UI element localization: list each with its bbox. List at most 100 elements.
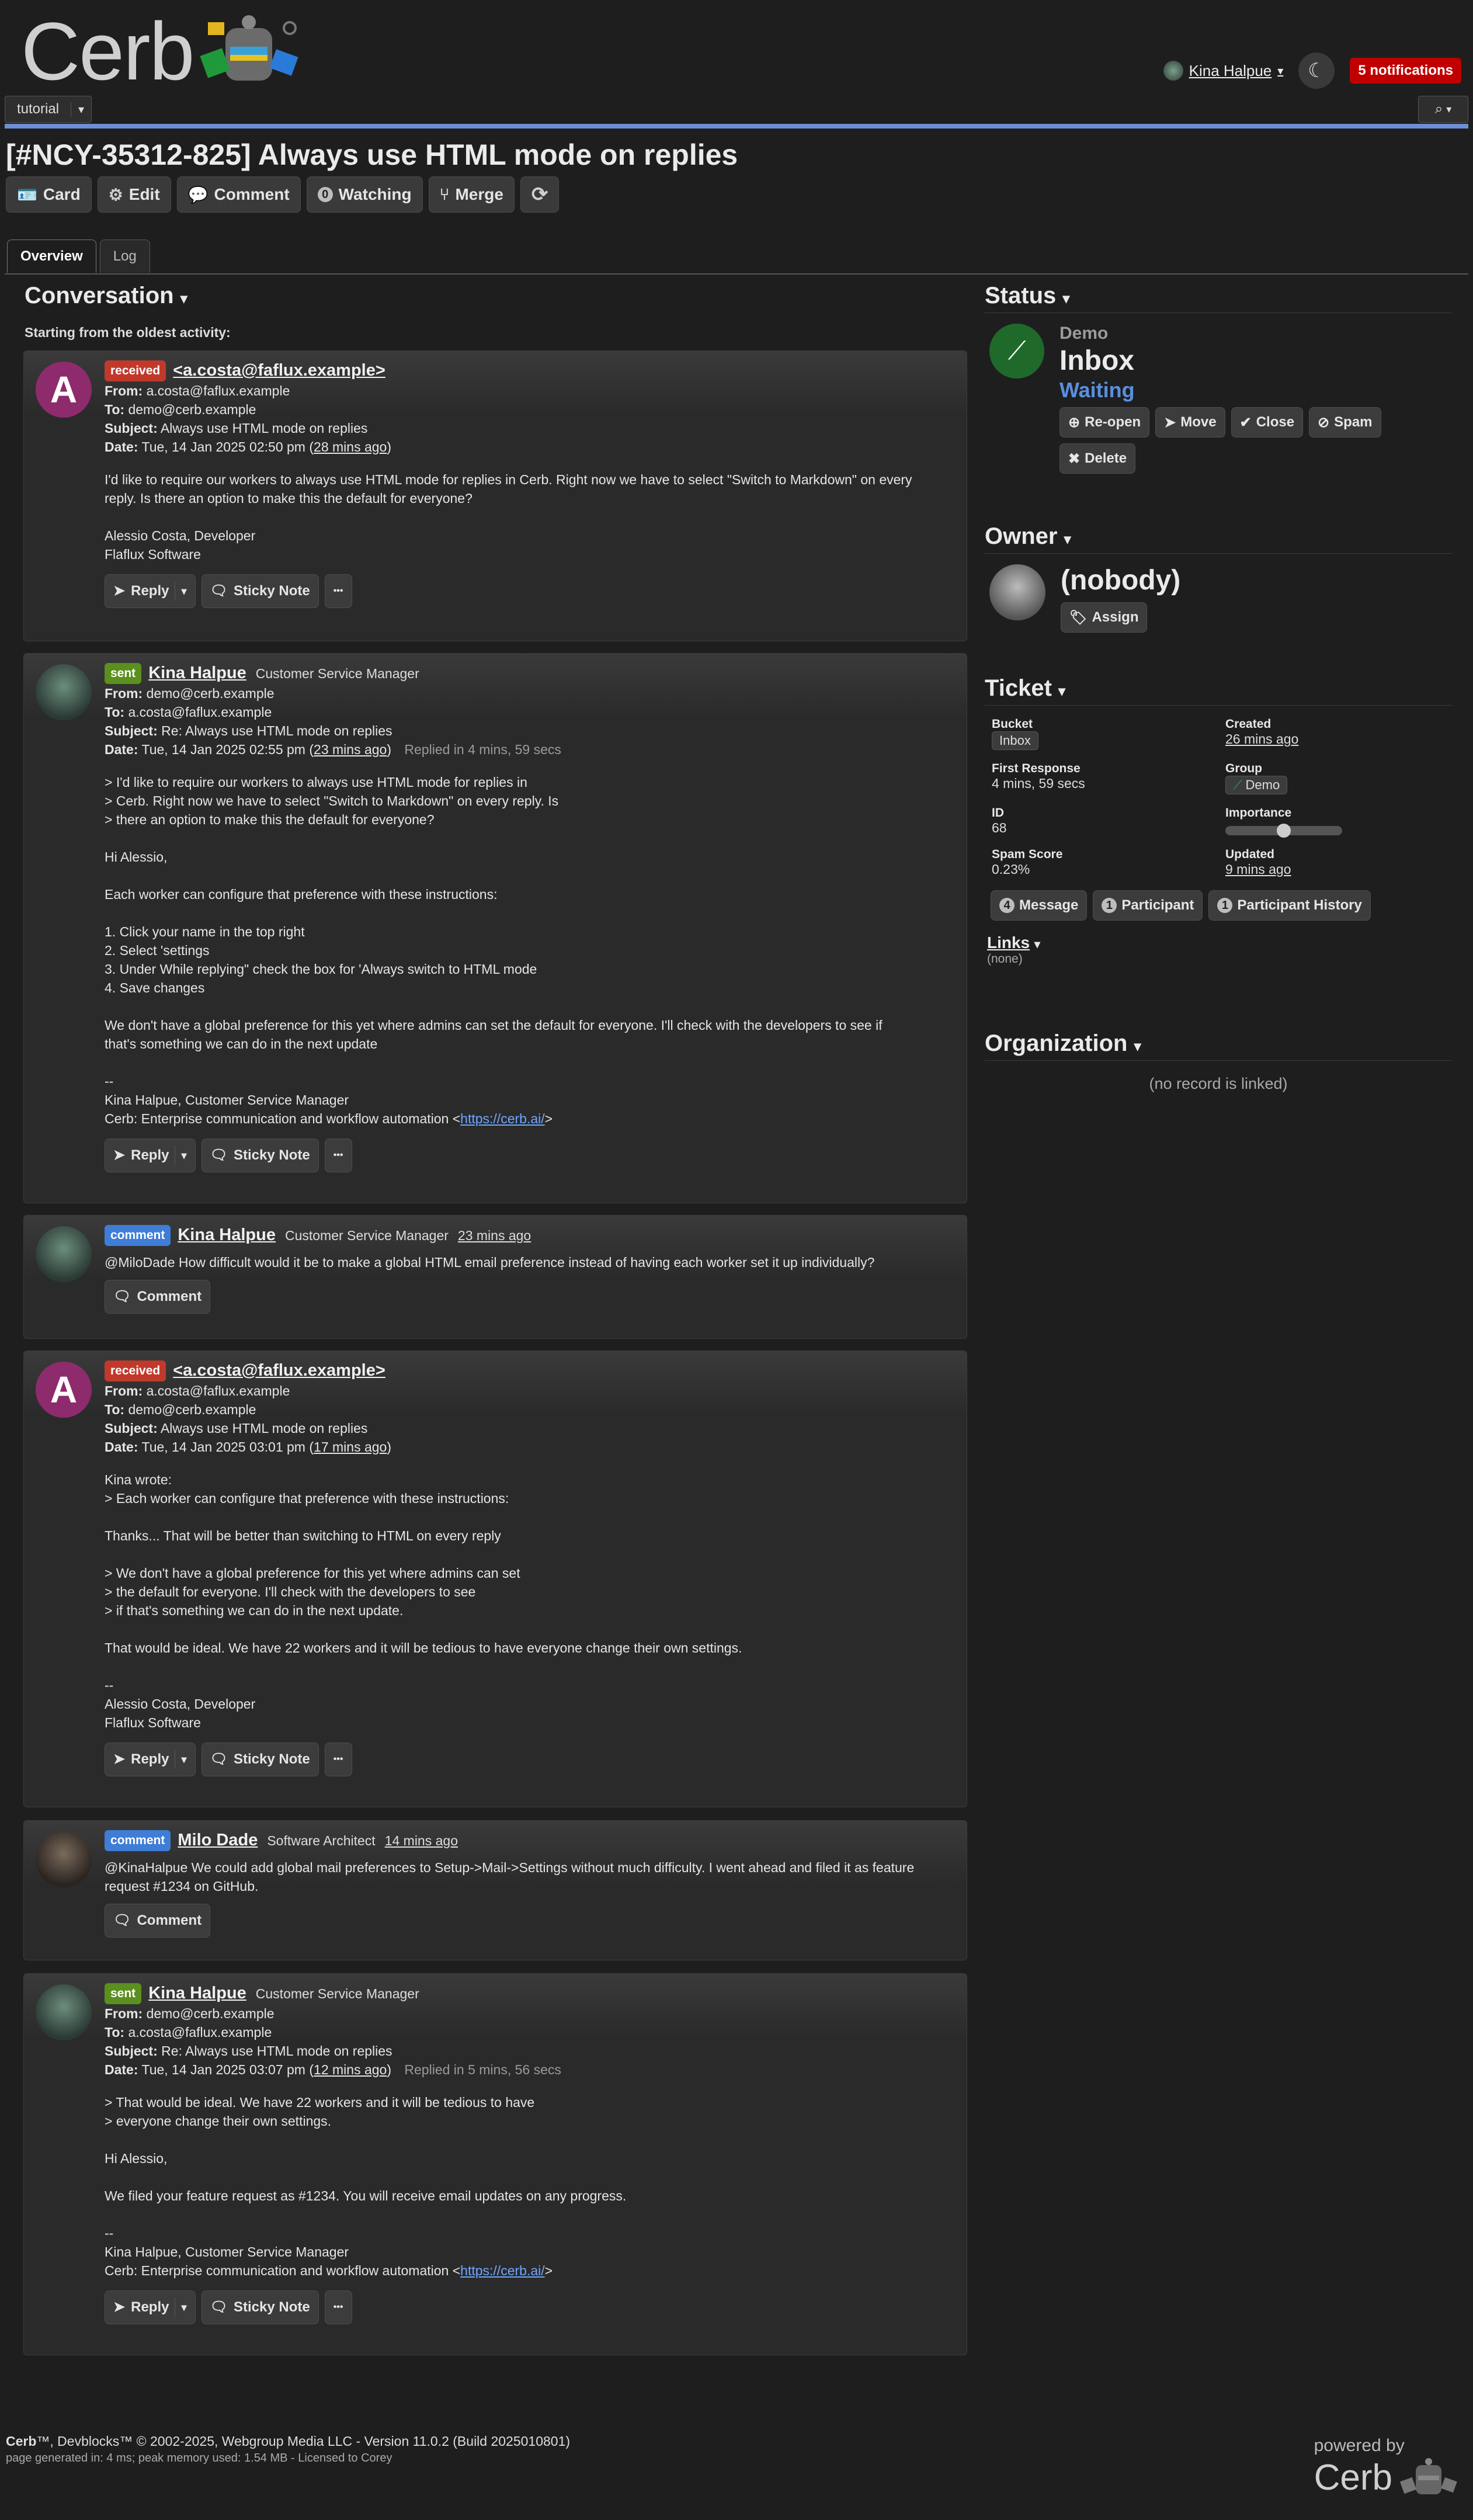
note-icon: 🗨 [210, 583, 228, 599]
signature-link[interactable]: https://cerb.ai/ [460, 1111, 544, 1126]
sender-link[interactable]: <a.costa@faflux.example> [173, 1361, 385, 1380]
sticky-note-button[interactable]: 🗨 Sticky Note [201, 1743, 319, 1776]
delete-button[interactable]: ✖ Delete [1059, 443, 1136, 474]
sticky-note-button[interactable]: 🗨 Sticky Note [201, 1138, 319, 1172]
user-menu[interactable]: Kina Halpue ▾ [1163, 61, 1283, 81]
reply-button[interactable]: ➤ Reply ▾ [105, 574, 196, 608]
card-label: Card [43, 185, 81, 203]
reopen-button[interactable]: ⊕ Re-open [1059, 407, 1150, 438]
chevron-down-icon[interactable]: ▾ [175, 2298, 187, 2317]
cerb-logo[interactable]: Cerb [21, 5, 298, 98]
group-name: Demo [1059, 324, 1109, 343]
links-heading[interactable]: Links ▾ [987, 933, 1452, 952]
avatar[interactable] [36, 1984, 92, 2040]
links-section: Links ▾ (none) [987, 933, 1452, 966]
messages-button[interactable]: 4 Message [991, 890, 1088, 921]
participants-button[interactable]: 1 Participant [1093, 890, 1203, 921]
divider [985, 705, 1452, 706]
relative-time: 23 mins ago [314, 742, 387, 757]
notifications-badge[interactable]: 5 notifications [1350, 58, 1461, 84]
comment-header: comment Milo Dade Software Architect 14 min… [105, 1830, 955, 1851]
from-line: From: demo@cerb.example [105, 684, 955, 703]
group-pill[interactable]: ⟋ Demo [1225, 776, 1288, 794]
comment-button[interactable]: 💬 Comment [176, 176, 301, 213]
conversation-heading-label: Conversation [25, 283, 174, 308]
merge-button[interactable]: ⑂ Merge [428, 176, 515, 213]
chevron-down-icon[interactable]: ▾ [71, 102, 91, 117]
body-line: > Each worker can configure that prefere… [105, 1491, 509, 1506]
comment-button[interactable]: 🗨 Comment [105, 1904, 211, 1938]
owner-heading[interactable]: Owner ▾ [985, 523, 1452, 550]
chevron-down-icon[interactable]: ▾ [175, 1146, 187, 1165]
ticket-heading[interactable]: Ticket ▾ [985, 675, 1452, 702]
from-value: demo@cerb.example [146, 2006, 275, 2021]
bucket-pill[interactable]: Inbox [992, 731, 1038, 750]
sender-link[interactable]: Milo Dade [178, 1831, 258, 1849]
watching-button[interactable]: 0 Watching [306, 176, 423, 213]
powered-by-logo[interactable]: powered by Cerb [1314, 2436, 1461, 2500]
sender-link[interactable]: Kina Halpue [178, 1226, 276, 1244]
workspace-menu[interactable]: tutorial ▾ [5, 96, 92, 123]
conversation-heading[interactable]: Conversation ▾ [25, 283, 187, 309]
body-line [105, 1053, 955, 1072]
organization-heading[interactable]: Organization ▾ [985, 1030, 1452, 1057]
sender-link[interactable]: Kina Halpue [148, 1984, 246, 2002]
chevron-down-icon[interactable]: ▾ [175, 1750, 187, 1769]
body-line: Alessio Costa, Developer [105, 1696, 256, 1712]
comment-button[interactable]: 🗨 Comment [105, 1280, 211, 1314]
status-heading[interactable]: Status ▾ [985, 283, 1452, 309]
sender-link[interactable]: <a.costa@faflux.example> [173, 361, 385, 380]
owner-name: (nobody) [1061, 565, 1181, 596]
importance-slider[interactable] [1225, 824, 1342, 838]
importance-knob[interactable] [1277, 824, 1291, 838]
to-value: demo@cerb.example [128, 402, 256, 417]
reply-button[interactable]: ➤ Reply ▾ [105, 1138, 196, 1172]
edit-button[interactable]: ⚙ Edit [97, 176, 171, 213]
assign-button[interactable]: 🏷 Assign [1061, 602, 1148, 633]
reply-button[interactable]: ➤ Reply ▾ [105, 1743, 196, 1776]
spam-button[interactable]: ⊘ Spam [1309, 407, 1381, 438]
tab-overview[interactable]: Overview [7, 239, 96, 273]
refresh-button[interactable]: ⟳ [520, 176, 560, 213]
search-button[interactable]: ⌕ ▾ [1418, 96, 1468, 123]
close-button[interactable]: ✔ Close [1231, 407, 1304, 438]
avatar[interactable] [36, 1831, 92, 1887]
message-header: sent Kina Halpue Customer Service Manager [105, 663, 955, 684]
signature-link[interactable]: https://cerb.ai/ [460, 2263, 544, 2278]
sticky-note-button[interactable]: 🗨 Sticky Note [201, 2290, 319, 2324]
participant-history-button[interactable]: 1 Participant History [1208, 890, 1371, 921]
more-button[interactable]: ••• [324, 1743, 352, 1776]
sticky-note-button[interactable]: 🗨 Sticky Note [201, 574, 319, 608]
avatar[interactable] [36, 1226, 92, 1282]
body-line: > the default for everyone. I'll check w… [105, 1584, 476, 1599]
tab-log[interactable]: Log [99, 239, 150, 273]
subject-label: Subject: [105, 723, 158, 738]
more-button[interactable]: ••• [324, 1138, 352, 1172]
move-button[interactable]: ➤ Move [1155, 407, 1225, 438]
spam-label: Spam [1334, 414, 1373, 430]
body-line [105, 2130, 955, 2149]
field-label: Spam Score [992, 848, 1063, 861]
avatar[interactable]: A [36, 362, 92, 418]
status-heading-label: Status [985, 283, 1057, 308]
counter-label: Message [1019, 897, 1079, 913]
status-body: ⟋ Demo Inbox Waiting ⊕ Re-open ➤ Move ✔ Clo… [989, 324, 1452, 474]
organization-heading-label: Organization [985, 1030, 1128, 1056]
date-line: Date: Tue, 14 Jan 2025 03:07 pm (12 mins… [105, 2062, 561, 2077]
card-button[interactable]: 🪪 Card [6, 176, 92, 213]
date-value: Tue, 14 Jan 2025 03:01 pm [141, 1439, 305, 1455]
more-button[interactable]: ••• [324, 2290, 352, 2324]
comment-label: Comment [137, 1289, 202, 1304]
body-line: -- [105, 1074, 114, 1089]
chevron-down-icon[interactable]: ▾ [175, 582, 187, 601]
avatar[interactable] [36, 664, 92, 720]
field-label: Group [1225, 762, 1262, 775]
more-button[interactable]: ••• [324, 574, 352, 608]
dark-mode-toggle-icon[interactable]: ☾ [1298, 53, 1335, 89]
sender-link[interactable]: Kina Halpue [148, 664, 246, 682]
to-label: To: [105, 704, 125, 720]
subject-value: Always use HTML mode on replies [160, 421, 368, 436]
reply-button[interactable]: ➤ Reply ▾ [105, 2290, 196, 2324]
avatar[interactable]: A [36, 1362, 92, 1418]
body-line: 4. Save changes [105, 980, 205, 995]
